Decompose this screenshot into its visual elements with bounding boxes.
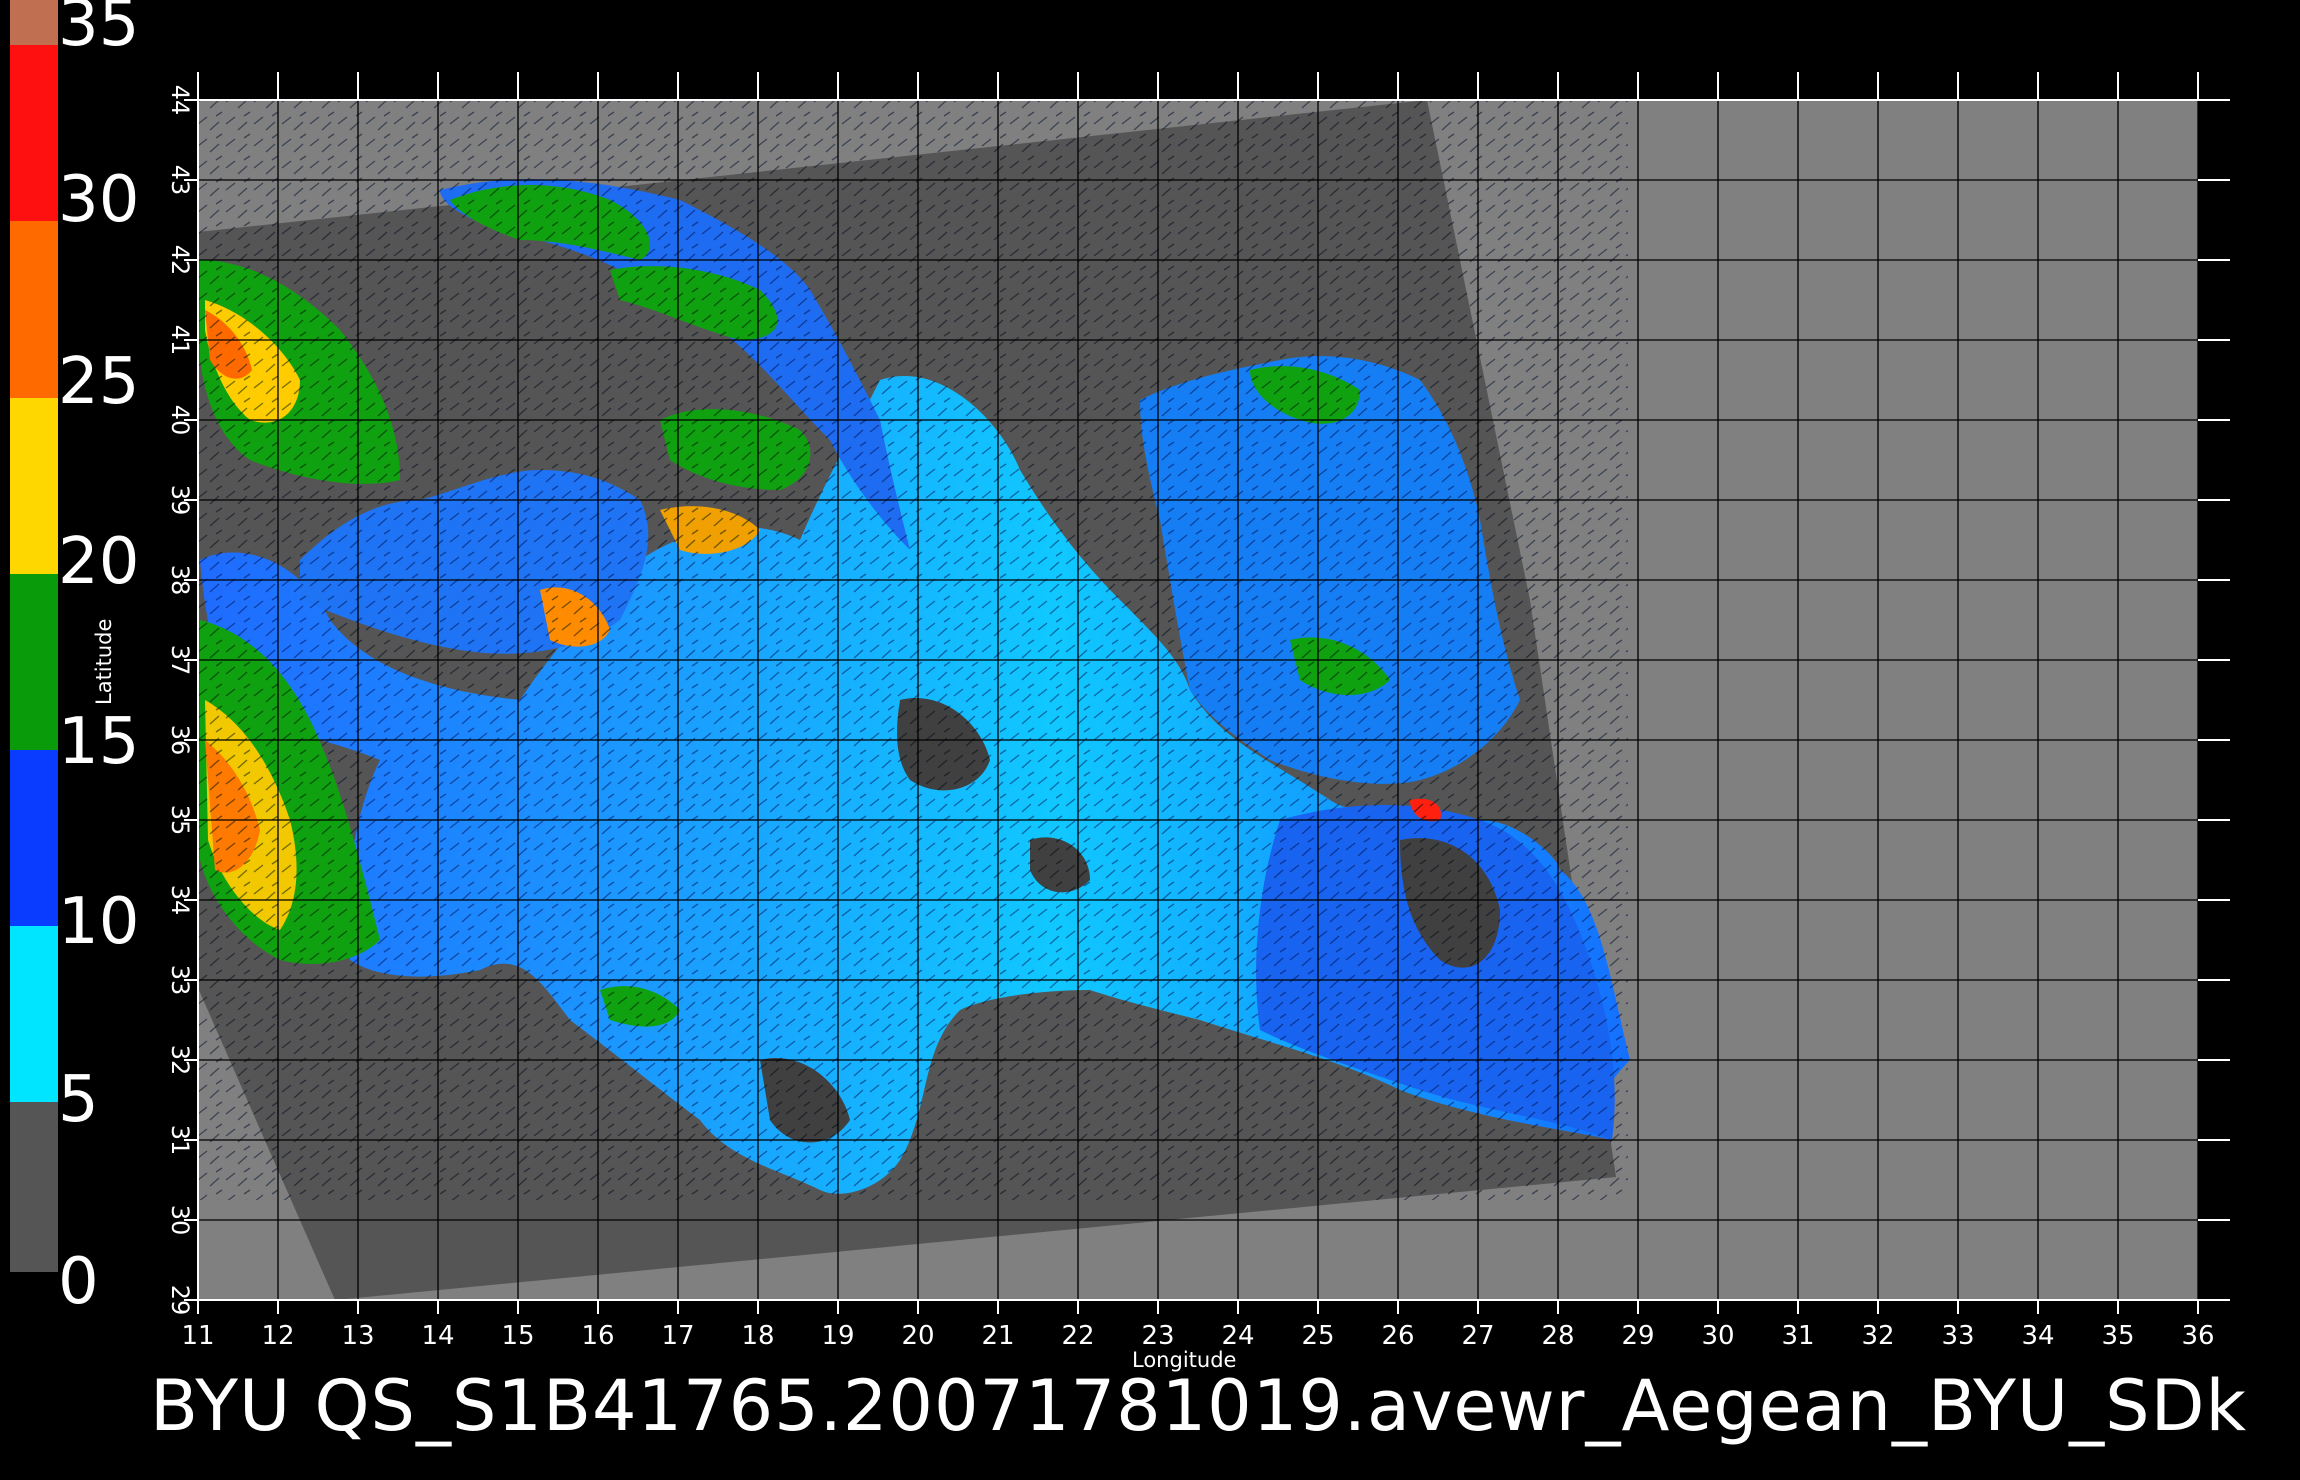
colorbar-label-0: 0 [58, 1245, 99, 1319]
y-tick-label: 37 [166, 645, 194, 676]
x-tick-label: 32 [1861, 1321, 1894, 1351]
colorbar-seg-25-30 [10, 221, 58, 398]
x-tick-label: 21 [981, 1321, 1014, 1351]
colorbar-seg-30-35 [10, 45, 58, 221]
colorbar-label-30: 30 [58, 163, 140, 237]
x-tick-label: 15 [501, 1321, 534, 1351]
y-tick-label: 44 [166, 85, 194, 116]
y-tick-label: 43 [166, 165, 194, 196]
x-tick-label: 11 [181, 1321, 214, 1351]
x-tick-label: 31 [1781, 1321, 1814, 1351]
y-tick-label: 31 [166, 1125, 194, 1156]
y-tick-label: 34 [166, 885, 194, 916]
y-tick-label: 36 [166, 725, 194, 756]
y-tick-label: 40 [166, 405, 194, 436]
colorbar-label-15: 15 [58, 705, 140, 779]
colorbar-label-25: 25 [58, 345, 140, 419]
y-tick-label: 42 [166, 245, 194, 276]
x-tick-label: 20 [901, 1321, 934, 1351]
x-tick-label: 26 [1381, 1321, 1414, 1351]
y-tick-label: 30 [166, 1205, 194, 1236]
colorbar [10, 0, 58, 1272]
x-tick-label: 13 [341, 1321, 374, 1351]
y-tick-label: 38 [166, 565, 194, 596]
x-tick-label: 28 [1541, 1321, 1574, 1351]
x-tick-label: 30 [1701, 1321, 1734, 1351]
y-axis-title: Latitude [92, 618, 116, 705]
x-tick-label: 27 [1461, 1321, 1494, 1351]
y-tick-label: 32 [166, 1045, 194, 1076]
colorbar-seg-10-15 [10, 750, 58, 926]
wind-map: 11 12 13 14 15 16 17 18 19 20 21 22 23 24 25 26 27 28 29 30… [10, 0, 2230, 1351]
colorbar-label-10: 10 [58, 885, 140, 959]
x-tick-label: 35 [2101, 1321, 2134, 1351]
x-tick-label: 36 [2181, 1321, 2214, 1351]
wind-vectors [198, 100, 1628, 1200]
x-tick-label: 14 [421, 1321, 454, 1351]
colorbar-seg-0-5 [10, 1102, 58, 1272]
y-tick-label: 35 [166, 805, 194, 836]
x-tick-label: 33 [1941, 1321, 1974, 1351]
x-tick-label: 19 [821, 1321, 854, 1351]
colorbar-label-5: 5 [58, 1063, 99, 1137]
colorbar-seg-15-20 [10, 574, 58, 750]
x-tick-label: 16 [581, 1321, 614, 1351]
colorbar-label-35: 35 [58, 0, 140, 61]
x-tick-label: 23 [1141, 1321, 1174, 1351]
image-title: BYU QS_S1B41765.20071781019.avewr_Aegean… [150, 1365, 2248, 1447]
x-tick-label: 17 [661, 1321, 694, 1351]
x-tick-label: 24 [1221, 1321, 1254, 1351]
x-tick-label: 29 [1621, 1321, 1654, 1351]
y-tick-label: 39 [166, 485, 194, 516]
x-tick-label: 34 [2021, 1321, 2054, 1351]
y-tick-label: 41 [166, 325, 194, 356]
colorbar-label-20: 20 [58, 525, 140, 599]
colorbar-seg-35plus [10, 0, 58, 45]
x-tick-label: 12 [261, 1321, 294, 1351]
x-tick-label: 25 [1301, 1321, 1334, 1351]
y-tick-label: 33 [166, 965, 194, 996]
colorbar-seg-5-10 [10, 926, 58, 1102]
colorbar-seg-20-25 [10, 398, 58, 574]
x-tick-label: 18 [741, 1321, 774, 1351]
x-tick-label: 22 [1061, 1321, 1094, 1351]
y-tick-label: 29 [166, 1285, 194, 1316]
